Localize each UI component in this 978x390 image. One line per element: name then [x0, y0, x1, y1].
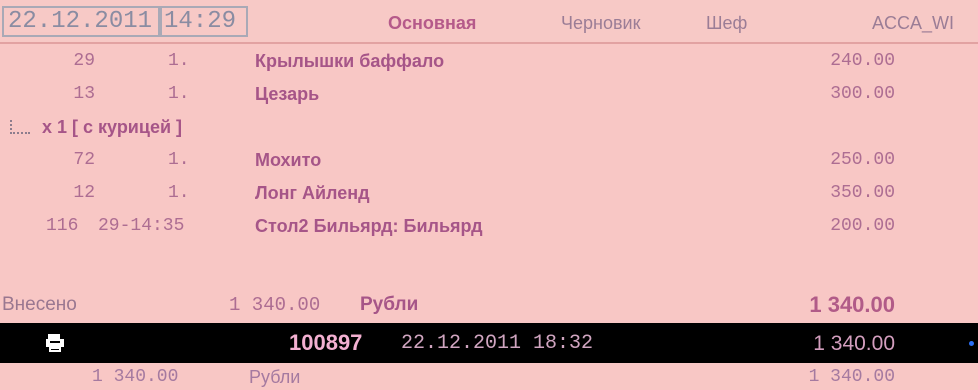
item-name: Лонг Айленд — [255, 183, 370, 203]
item-name: Стол2 Бильярд: Бильярд — [255, 216, 483, 236]
receipt-total: 1 340.00 — [813, 332, 895, 355]
modifier-row[interactable]: x 1 [ с курицей ] — [0, 110, 978, 143]
item-number: 12 — [73, 183, 95, 203]
item-name: Крылышки баффало — [255, 51, 445, 71]
item-number: 29 — [73, 51, 95, 71]
item-quantity: 1. — [168, 150, 190, 170]
item-name: Цезарь — [255, 84, 320, 104]
paid-summary-row: Внесено 1 340.00 Рубли 1 340.00 — [0, 284, 978, 323]
user-label: ACCA_WI — [872, 13, 955, 33]
item-quantity: 1. — [168, 183, 190, 203]
footer-total: 1 340.00 — [808, 367, 895, 387]
list-item[interactable]: 12 1. Лонг Айленд 350.00 — [0, 176, 978, 209]
printer-icon[interactable] — [43, 333, 67, 353]
date-display: 22.12.2011 — [2, 6, 162, 37]
item-number: 116 — [46, 216, 79, 236]
mode-label[interactable]: Основная — [388, 12, 476, 34]
receipt-datetime: 22.12.2011 18:32 — [401, 332, 594, 355]
item-sum: 350.00 — [830, 183, 895, 203]
item-sum: 240.00 — [830, 51, 895, 71]
chef-label[interactable]: Шеф — [706, 12, 747, 34]
item-name: Мохито — [255, 150, 322, 170]
footer-currency: Рубли — [249, 367, 301, 387]
paid-currency: Рубли — [360, 294, 419, 315]
item-quantity: 1. — [168, 51, 190, 71]
item-sum: 200.00 — [830, 216, 895, 236]
draft-label[interactable]: Черновик — [561, 12, 640, 34]
paid-total: 1 340.00 — [809, 292, 895, 317]
paid-label: Внесено — [2, 294, 77, 315]
item-sum: 300.00 — [830, 84, 895, 104]
list-item[interactable]: 72 1. Мохито 250.00 — [0, 143, 978, 176]
order-items-list: 29 1. Крылышки баффало 240.00 13 1. Цеза… — [0, 44, 978, 323]
receipt-number: 100897 — [289, 330, 363, 355]
time-display: 14:29 — [158, 6, 248, 37]
top-status-bar: 22.12.2011 14:29 Основная Черновик Шеф A… — [0, 0, 978, 44]
tree-branch-icon — [10, 120, 30, 134]
selection-marker — [969, 341, 974, 346]
paid-amount: 1 340.00 — [229, 294, 321, 316]
list-item[interactable]: 29 1. Крылышки баффало 240.00 — [0, 44, 978, 77]
item-number: 13 — [73, 84, 95, 104]
item-time: 29-14:35 — [98, 216, 185, 236]
bottom-total-bar: 1 340.00 Рубли 1 340.00 — [0, 363, 978, 390]
footer-sum: 1 340.00 — [92, 367, 179, 387]
list-item[interactable]: 116 29-14:35 Стол2 Бильярд: Бильярд 200.… — [0, 209, 978, 242]
item-number: 72 — [73, 150, 95, 170]
pos-screen: 22.12.2011 14:29 Основная Черновик Шеф A… — [0, 0, 978, 390]
item-sum: 250.00 — [830, 150, 895, 170]
check-summary-bar[interactable]: 100897 22.12.2011 18:32 1 340.00 — [0, 323, 978, 363]
item-quantity: 1. — [168, 84, 190, 104]
list-item[interactable]: 13 1. Цезарь 300.00 — [0, 77, 978, 110]
modifier-text: x 1 [ с курицей ] — [42, 117, 183, 137]
